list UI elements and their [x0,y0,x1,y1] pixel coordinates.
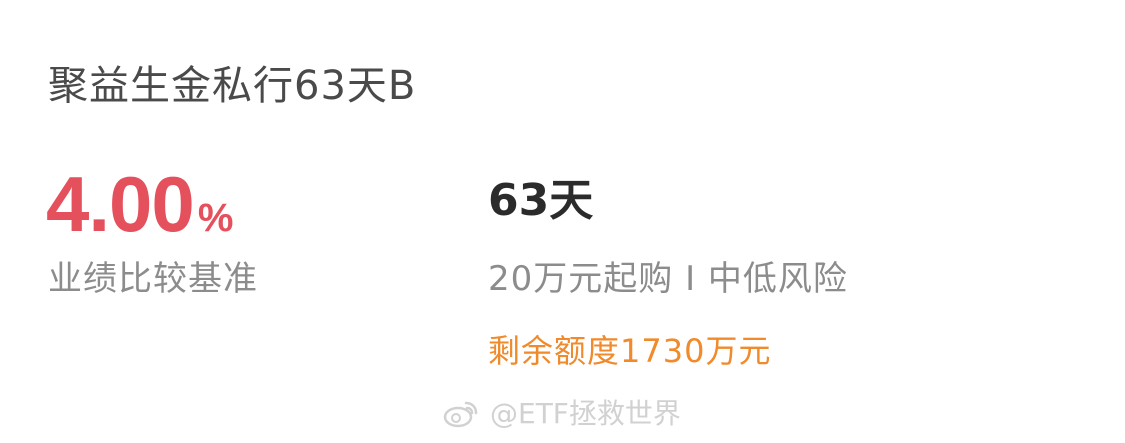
rate-label: 业绩比较基准 [48,259,258,299]
watermark: @ETF拯救世界 [442,392,681,436]
weibo-icon [443,401,478,428]
product-card[interactable]: 聚益生金私行63天B 4.00% 业绩比较基准 63天 20万元起购 I 中低风… [0,0,1125,443]
purchase-conditions: 20万元起购 I 中低风险 [488,259,848,299]
product-title: 聚益生金私行63天B [48,63,417,109]
watermark-text: @ETF拯救世界 [490,397,681,430]
term-value: 63天 [488,175,594,226]
rate-unit: % [197,196,234,240]
remaining-quota: 剩余额度1730万元 [488,332,772,370]
rate-display: 4.00% [46,160,233,248]
rate-value: 4.00 [46,160,195,248]
